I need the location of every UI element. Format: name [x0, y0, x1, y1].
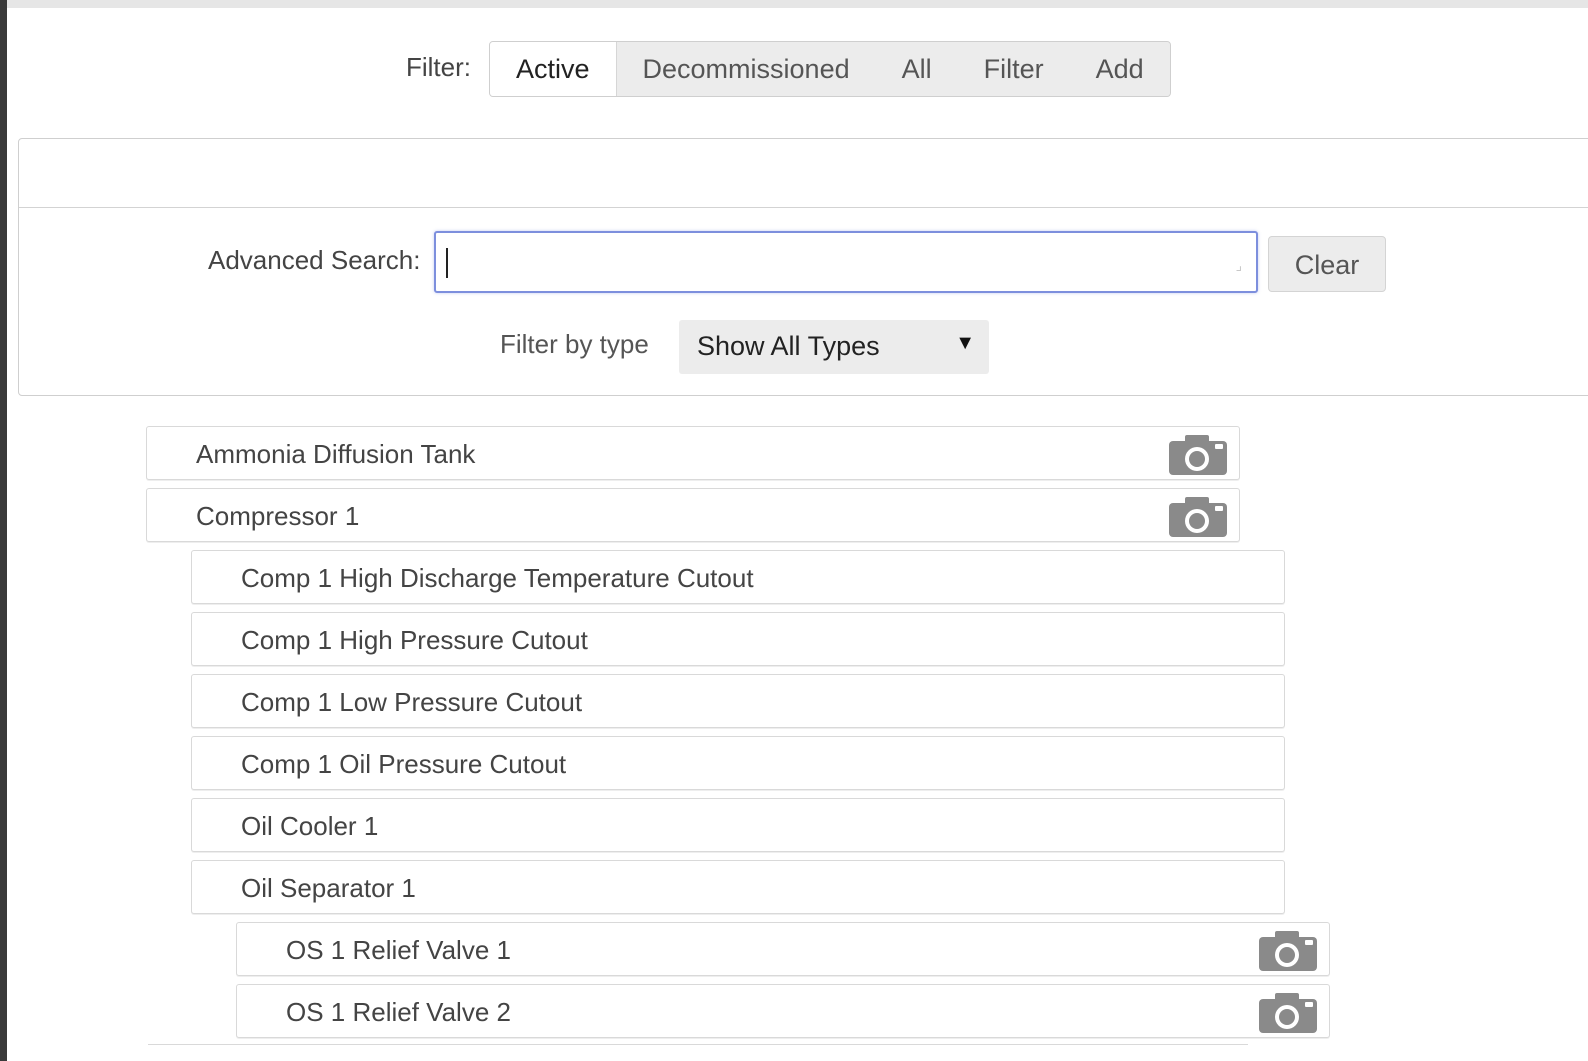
list-item[interactable]: Oil Cooler 1 — [191, 798, 1285, 852]
advanced-search-label: Advanced Search: — [208, 245, 421, 275]
filter-all-button[interactable]: All — [875, 42, 958, 96]
list-item[interactable]: Comp 1 Low Pressure Cutout — [191, 674, 1285, 728]
window-edge — [0, 0, 7, 1061]
filter-label: Filter: — [406, 52, 471, 82]
list-item-label: Comp 1 High Pressure Cutout — [241, 625, 588, 655]
add-button[interactable]: Add — [1069, 42, 1170, 96]
list-item[interactable]: OS 1 Relief Valve 1 — [236, 922, 1330, 976]
top-strip — [7, 0, 1588, 8]
clear-button[interactable]: Clear — [1268, 236, 1386, 292]
filter-decommissioned-button[interactable]: Decommissioned — [616, 42, 876, 96]
list-item[interactable]: Comp 1 Oil Pressure Cutout — [191, 736, 1285, 790]
list-item-label: Oil Separator 1 — [241, 873, 416, 903]
input-hint-icon: ⌟ — [1235, 257, 1242, 273]
type-select[interactable]: Show All Types ▼ — [679, 320, 989, 374]
list-item[interactable]: Comp 1 High Pressure Cutout — [191, 612, 1285, 666]
list-item-label: OS 1 Relief Valve 2 — [286, 997, 511, 1027]
panel-divider — [19, 207, 1588, 208]
filter-active-button[interactable]: Active — [490, 42, 617, 96]
search-panel: Advanced Search: ⌟ Clear Filter by type … — [18, 138, 1588, 396]
list-item-label: Comp 1 Oil Pressure Cutout — [241, 749, 567, 779]
list-item[interactable]: Comp 1 High Discharge Temperature Cutout — [191, 550, 1285, 604]
dropdown-arrow-icon: ▼ — [955, 332, 975, 354]
filter-by-type-label: Filter by type — [500, 329, 649, 359]
camera-icon[interactable] — [1167, 495, 1229, 539]
list-item-label: OS 1 Relief Valve 1 — [286, 935, 511, 965]
list-item[interactable]: OS 1 Relief Valve 2 — [236, 984, 1330, 1038]
camera-icon[interactable] — [1257, 929, 1319, 973]
type-select-value: Show All Types — [697, 331, 880, 361]
filter-button-group: Active Decommissioned All Filter Add — [489, 41, 1171, 97]
list-item[interactable]: Compressor 1 — [146, 488, 1240, 542]
text-caret — [446, 248, 448, 278]
next-row-edge — [148, 1044, 1248, 1045]
list-item-label: Compressor 1 — [196, 501, 360, 531]
list-item[interactable]: Ammonia Diffusion Tank — [146, 426, 1240, 480]
camera-icon[interactable] — [1257, 991, 1319, 1035]
list-item-label: Ammonia Diffusion Tank — [196, 439, 476, 469]
advanced-search-input[interactable]: ⌟ — [434, 231, 1258, 293]
list-item[interactable]: Oil Separator 1 — [191, 860, 1285, 914]
list-item-label: Comp 1 Low Pressure Cutout — [241, 687, 583, 717]
equipment-page: Filter: Active Decommissioned All Filter… — [0, 0, 1588, 1061]
filter-toggle-button[interactable]: Filter — [957, 42, 1070, 96]
camera-icon[interactable] — [1167, 433, 1229, 477]
list-item-label: Oil Cooler 1 — [241, 811, 379, 841]
list-item-label: Comp 1 High Discharge Temperature Cutout — [241, 563, 754, 593]
